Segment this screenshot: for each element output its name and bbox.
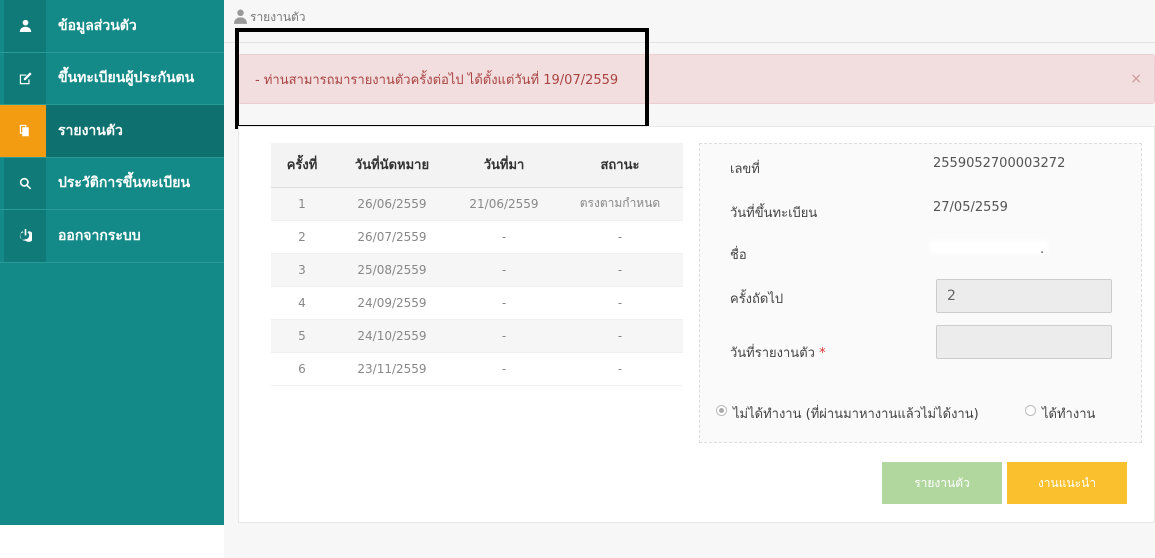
required-mark: *	[819, 346, 826, 361]
table-cell: -	[451, 220, 557, 254]
power-icon	[4, 210, 46, 262]
sidebar-item-history[interactable]: ประวัติการขึ้นทะเบียน	[0, 157, 224, 210]
table-cell: 3	[271, 253, 333, 287]
column-header-round: ครั้งที่	[271, 143, 333, 188]
close-icon[interactable]: ×	[1130, 71, 1142, 87]
name-redaction	[930, 240, 1048, 254]
sidebar-item-register[interactable]: ขึ้นทะเบียนผู้ประกันตน	[0, 52, 224, 105]
edit-icon	[4, 52, 46, 104]
report-date-field[interactable]	[936, 325, 1112, 359]
table-cell: -	[557, 286, 683, 320]
user-icon	[234, 9, 250, 27]
user-icon	[4, 0, 46, 52]
radio-button[interactable]	[1025, 405, 1036, 416]
name-value: .	[1040, 242, 1045, 257]
sidebar-item-label: ข้อมูลส่วนตัว	[58, 17, 137, 34]
breadcrumb-divider	[224, 42, 1155, 43]
breadcrumb: รายงานตัว	[234, 8, 306, 27]
table-row: 2 26/07/2559 - -	[271, 220, 683, 254]
table-cell: 5	[271, 319, 333, 353]
sidebar: ข้อมูลส่วนตัว ขึ้นทะเบียนผู้ประกันตน ราย…	[0, 0, 224, 525]
table-cell: -	[451, 286, 557, 320]
table-cell: 1	[271, 187, 333, 221]
table-cell: -	[557, 220, 683, 254]
report-schedule-table: ครั้งที่ วันที่นัดหมาย วันที่มา สถานะ 1 …	[271, 143, 683, 386]
radio-employed[interactable]: ได้ทำงาน	[1025, 403, 1095, 424]
main-content: รายงานตัว - ท่านสามารถมารายงานตัวครั้งต่…	[224, 0, 1155, 558]
sidebar-item-logout[interactable]: ออกจากระบบ	[0, 210, 224, 263]
job-advice-button[interactable]: งานแนะนำ	[1007, 462, 1127, 504]
search-icon	[4, 157, 46, 209]
table-cell: 24/10/2559	[333, 319, 451, 353]
number-label: เลขที่	[730, 162, 760, 177]
table-row: 1 26/06/2559 21/06/2559 ตรงตามกำหนด	[271, 187, 683, 221]
column-header-status: สถานะ	[557, 143, 683, 188]
report-date-label-text: วันที่รายงานตัว	[730, 346, 815, 361]
table-row: 5 24/10/2559 - -	[271, 319, 683, 353]
number-value: 2559052700003272	[933, 156, 1066, 171]
column-header-appointment-date: วันที่นัดหมาย	[333, 143, 451, 188]
alert-message: - ท่านสามารถมารายงานตัวครั้งต่อไป ได้ตั้…	[255, 72, 619, 88]
column-header-arrival-date: วันที่มา	[451, 143, 557, 188]
table-cell: 6	[271, 352, 333, 386]
table-cell: 26/07/2559	[333, 220, 451, 254]
table-cell: -	[451, 253, 557, 287]
radio-button-checked[interactable]	[716, 405, 727, 416]
next-time-field[interactable]	[936, 279, 1112, 313]
table-row: 6 23/11/2559 - -	[271, 352, 683, 386]
table-cell: 24/09/2559	[333, 286, 451, 320]
sidebar-item-label: ประวัติการขึ้นทะเบียน	[58, 175, 191, 192]
table-cell: 4	[271, 286, 333, 320]
sidebar-item-profile[interactable]: ข้อมูลส่วนตัว	[0, 0, 224, 53]
info-alert: - ท่านสามารถมารายงานตัวครั้งต่อไป ได้ตั้…	[238, 54, 1155, 104]
sidebar-item-label: ออกจากระบบ	[58, 227, 141, 244]
report-date-label: วันที่รายงานตัว *	[730, 342, 826, 363]
table-cell: -	[557, 352, 683, 386]
report-form: เลขที่ 2559052700003272 วันที่ขึ้นทะเบีย…	[699, 143, 1142, 443]
table-cell: -	[557, 253, 683, 287]
register-date-label: วันที่ขึ้นทะเบียน	[730, 206, 818, 221]
radio-employed-label: ได้ทำงาน	[1042, 407, 1096, 422]
table-cell: 23/11/2559	[333, 352, 451, 386]
radio-unemployed-label: ไม่ได้ทำงาน (ที่ผ่านมาหางานแล้วไม่ได้งาน…	[733, 407, 979, 422]
table-row: 4 24/09/2559 - -	[271, 286, 683, 320]
table-cell: 2	[271, 220, 333, 254]
sidebar-item-label: รายงานตัว	[58, 122, 123, 139]
name-label: ชื่อ	[730, 248, 747, 263]
next-time-label: ครั้งถัดไป	[730, 292, 784, 307]
table-cell: -	[451, 352, 557, 386]
report-panel: ครั้งที่ วันที่นัดหมาย วันที่มา สถานะ 1 …	[238, 126, 1155, 523]
breadcrumb-label: รายงานตัว	[250, 10, 306, 24]
table-cell: 25/08/2559	[333, 253, 451, 287]
table-cell: 26/06/2559	[333, 187, 451, 221]
copy-icon	[5, 105, 46, 157]
sidebar-item-report[interactable]: รายงานตัว	[0, 105, 224, 158]
register-date-value: 27/05/2559	[933, 200, 1008, 215]
table-cell: -	[451, 319, 557, 353]
table-cell: -	[557, 319, 683, 353]
sidebar-item-label: ขึ้นทะเบียนผู้ประกันตน	[58, 70, 195, 87]
radio-unemployed[interactable]: ไม่ได้ทำงาน (ที่ผ่านมาหางานแล้วไม่ได้งาน…	[716, 403, 979, 424]
table-header-row: ครั้งที่ วันที่นัดหมาย วันที่มา สถานะ	[271, 143, 683, 188]
report-button[interactable]: รายงานตัว	[882, 462, 1002, 504]
table-cell: ตรงตามกำหนด	[557, 187, 683, 221]
table-cell: 21/06/2559	[451, 187, 557, 221]
table-row: 3 25/08/2559 - -	[271, 253, 683, 287]
